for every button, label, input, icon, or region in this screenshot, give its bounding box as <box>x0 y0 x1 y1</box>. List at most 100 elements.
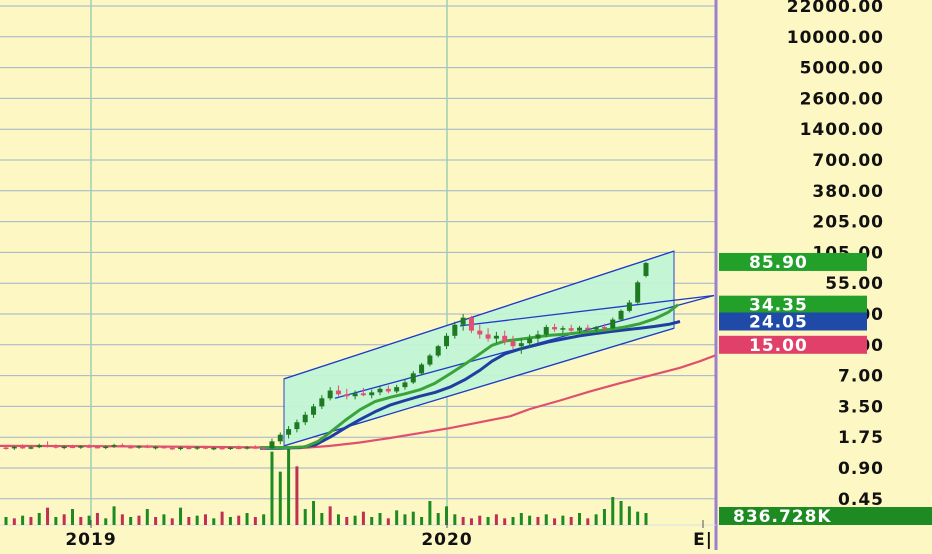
volume-bar <box>627 506 631 525</box>
volume-bar <box>245 513 249 525</box>
volume-bar <box>46 507 50 525</box>
volume-bar <box>536 517 540 525</box>
y-tick-label: 2600.00 <box>800 89 884 109</box>
candle-body <box>444 335 450 347</box>
volume-bar <box>428 501 432 525</box>
volume-bar <box>228 517 232 525</box>
volume-bar <box>120 514 124 525</box>
volume-bar <box>104 518 108 525</box>
candle-body <box>618 310 624 320</box>
candle-body <box>211 447 217 450</box>
candle-body <box>635 282 641 303</box>
volume-bar <box>295 466 299 525</box>
volume-bar <box>54 517 58 525</box>
y-tick-label: 55.00 <box>825 274 884 294</box>
candle-body <box>577 327 583 331</box>
volume-bar <box>611 497 615 525</box>
candle[interactable] <box>468 315 474 334</box>
price-tag-text: 15.00 <box>749 336 808 356</box>
y-tick-label: 700.00 <box>812 151 884 171</box>
candle-body <box>252 447 258 449</box>
volume-bar <box>619 501 623 525</box>
y-tick-label: 0.90 <box>838 459 884 479</box>
volume-bar <box>494 514 498 525</box>
volume-bar <box>21 515 25 525</box>
candle[interactable] <box>643 261 649 278</box>
candle-body <box>119 444 125 447</box>
y-tick-label: 380.00 <box>812 182 884 202</box>
candle[interactable] <box>427 353 433 367</box>
candle-body <box>410 373 416 383</box>
candle-body <box>360 393 366 396</box>
volume-bar <box>145 509 149 525</box>
price-tag: 85.90 <box>719 252 867 273</box>
volume-bar <box>62 514 66 525</box>
volume-bar <box>112 506 116 525</box>
volume-bar <box>353 515 357 525</box>
y-tick-label: 205.00 <box>812 213 884 233</box>
volume-bar <box>70 509 74 525</box>
candle-body <box>643 263 649 276</box>
candle-body <box>477 330 483 335</box>
candle[interactable] <box>435 344 441 358</box>
volume-bar <box>303 509 307 525</box>
candle-body <box>261 447 267 450</box>
candle-body <box>568 328 574 331</box>
volume-bar <box>336 514 340 525</box>
volume-bar <box>636 511 640 525</box>
volume-bar <box>553 518 557 525</box>
volume-bar <box>29 517 33 525</box>
stock-chart[interactable]: 22000.00 10000.00 5000.00 2600.00 1400.00 700… <box>0 0 932 550</box>
candle-body <box>452 324 458 336</box>
volume-bar <box>179 507 183 525</box>
candle[interactable] <box>635 280 641 304</box>
volume-bar <box>220 511 224 525</box>
volume-bar <box>578 513 582 525</box>
candle-body <box>28 447 34 449</box>
candle-body <box>45 445 51 447</box>
candle-body <box>510 341 516 347</box>
candle-body <box>194 447 200 449</box>
candle-body <box>585 327 591 330</box>
volume-tag-text: 836.728K <box>733 507 832 527</box>
chart-canvas[interactable]: 22000.00 10000.00 5000.00 2600.00 1400.00 700… <box>0 0 932 550</box>
volume-bar <box>594 514 598 525</box>
candle-body <box>219 447 225 450</box>
volume-bar <box>395 510 399 525</box>
y-tick-label: 22000.00 <box>787 0 884 17</box>
candle-body <box>269 441 275 449</box>
volume-bar <box>586 518 590 525</box>
volume-bar <box>287 447 291 525</box>
candle-body <box>286 429 292 435</box>
candle-body <box>327 390 333 399</box>
volume-bar <box>328 506 332 525</box>
volume-bar <box>79 517 83 525</box>
volume-bar <box>370 517 374 525</box>
candle-body <box>543 327 549 335</box>
volume-bar <box>469 518 473 525</box>
volume-bar <box>602 509 606 525</box>
candle-body <box>69 446 75 449</box>
candle-body <box>11 446 17 449</box>
volume-bar <box>486 517 490 525</box>
candle-body <box>344 394 350 397</box>
candle-body <box>277 434 283 442</box>
candle-body <box>394 387 400 392</box>
volume-bar <box>386 518 390 525</box>
candle-body <box>136 446 142 448</box>
price-tag: 24.05 <box>719 312 867 333</box>
y-tick-label: 3.50 <box>838 397 884 417</box>
volume-bar <box>436 513 440 525</box>
price-tag: 15.00 <box>719 335 867 356</box>
candle-body <box>593 327 599 330</box>
x-tick-label: E| <box>693 530 713 550</box>
volume-bar <box>411 511 415 525</box>
volume-bar <box>87 515 91 525</box>
volume-bar <box>528 515 532 525</box>
volume-bar <box>503 518 507 525</box>
candle-body <box>485 334 491 339</box>
volume-bar <box>162 514 166 525</box>
candle-body <box>352 393 358 397</box>
candle-body <box>94 446 100 449</box>
candle-body <box>169 447 175 450</box>
